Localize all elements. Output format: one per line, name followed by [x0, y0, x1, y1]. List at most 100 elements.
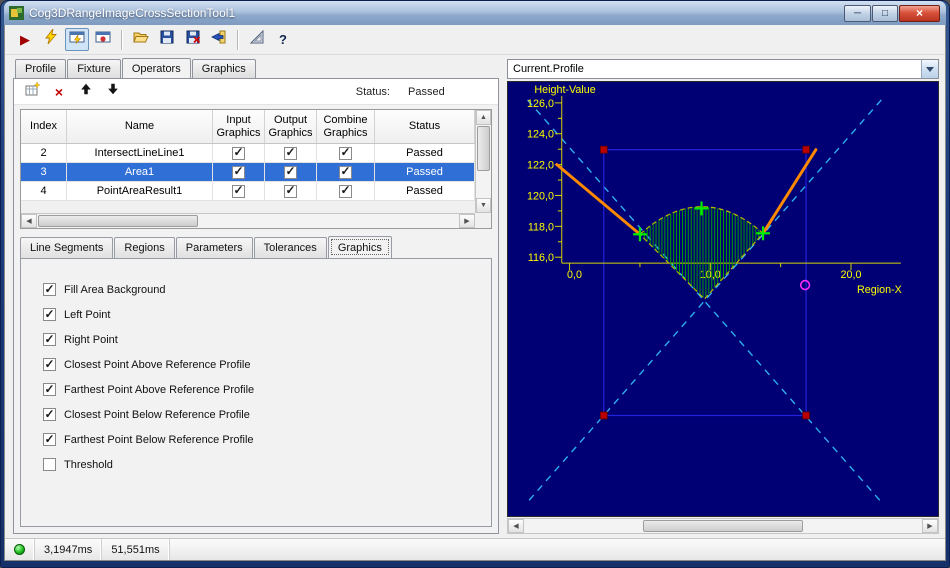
import-icon [211, 29, 227, 50]
move-up-button[interactable] [76, 82, 96, 102]
column-header-index[interactable]: Index [21, 110, 67, 143]
option-fill-area-background[interactable]: Fill Area Background [43, 277, 483, 302]
open-button[interactable] [129, 28, 153, 51]
electric-run-button[interactable] [39, 28, 63, 51]
scroll-up-icon[interactable]: ▲ [476, 110, 491, 125]
option-threshold[interactable]: Threshold [43, 452, 483, 477]
table-row[interactable]: 4 PointAreaResult1 Passed [21, 182, 475, 201]
checkbox[interactable] [43, 333, 56, 346]
y-tick-label: 120,0 [527, 190, 554, 202]
column-header-name[interactable]: Name [67, 110, 213, 143]
checkbox[interactable] [43, 308, 56, 321]
region-corner-handle[interactable] [802, 411, 810, 420]
option-farthest-point-above[interactable]: Farthest Point Above Reference Profile [43, 377, 483, 402]
add-operator-button[interactable] [22, 81, 42, 102]
chevron-down-icon[interactable] [921, 60, 938, 78]
input-graphics-checkbox[interactable] [232, 165, 245, 179]
option-label: Farthest Point Below Reference Profile [64, 433, 254, 446]
combine-graphics-checkbox[interactable] [339, 146, 352, 160]
scrollbar-thumb[interactable] [38, 215, 199, 227]
area-fill-region [639, 206, 764, 300]
table-row[interactable]: 3 Area1 Passed [21, 163, 475, 182]
checkbox[interactable] [43, 433, 56, 446]
option-closest-point-below[interactable]: Closest Point Below Reference Profile [43, 402, 483, 427]
option-closest-point-above[interactable]: Closest Point Above Reference Profile [43, 352, 483, 377]
scroll-down-icon[interactable]: ▼ [476, 198, 491, 213]
checkbox[interactable] [43, 283, 56, 296]
combine-graphics-checkbox[interactable] [339, 165, 352, 179]
input-graphics-checkbox[interactable] [232, 184, 245, 198]
tab-fixture[interactable]: Fixture [67, 59, 121, 78]
y-tick-label: 118,0 [528, 221, 554, 233]
toolbar-separator [121, 29, 123, 50]
grid-vertical-scrollbar[interactable]: ▲ ▼ [475, 110, 491, 213]
tab-operators[interactable]: Operators [121, 58, 191, 78]
option-farthest-point-below[interactable]: Farthest Point Below Reference Profile [43, 427, 483, 452]
tab-graphics-sub[interactable]: Graphics [327, 236, 392, 258]
scroll-right-icon[interactable]: ▶ [459, 214, 475, 228]
close-button[interactable]: × [899, 4, 940, 22]
option-right-point[interactable]: Right Point [43, 327, 483, 352]
total-time: 51,551ms [102, 539, 170, 560]
option-left-point[interactable]: Left Point [43, 302, 483, 327]
output-graphics-checkbox[interactable] [284, 184, 297, 198]
titlebar[interactable]: Cog3DRangeImageCrossSectionTool1 ─ □ × [4, 1, 946, 25]
move-down-button[interactable] [103, 82, 123, 102]
checkbox[interactable] [43, 358, 56, 371]
tool-display-toggle[interactable] [65, 28, 89, 51]
output-graphics-checkbox[interactable] [284, 165, 297, 179]
grid-horizontal-scrollbar[interactable]: ◀ ▶ [21, 213, 475, 228]
input-graphics-checkbox[interactable] [232, 146, 245, 160]
scroll-left-icon[interactable]: ◀ [21, 214, 37, 228]
measure-button[interactable] [245, 28, 269, 51]
checkbox[interactable] [43, 408, 56, 421]
run-button[interactable]: ▶ [13, 28, 37, 51]
region-corner-handle[interactable] [599, 145, 608, 154]
scroll-right-icon[interactable]: ▶ [922, 519, 938, 533]
status-bar-filler [170, 539, 945, 560]
cell-name: IntersectLineLine1 [67, 144, 213, 162]
scroll-left-icon[interactable]: ◀ [508, 519, 524, 533]
tab-profile[interactable]: Profile [15, 59, 67, 78]
delete-operator-button[interactable]: × [49, 82, 69, 102]
add-operator-icon [24, 81, 41, 102]
region-corner-handle[interactable] [599, 411, 608, 420]
operators-tab-page: × Status: Passed Index Name Input Graphi… [13, 78, 499, 534]
table-row[interactable]: 2 IntersectLineLine1 Passed [21, 144, 475, 163]
grid-header: Index Name Input Graphics Output Graphic… [21, 110, 475, 144]
help-button[interactable]: ? [271, 28, 295, 51]
minimize-button[interactable]: ─ [844, 4, 871, 22]
arrow-down-icon [106, 82, 120, 101]
import-button[interactable] [207, 28, 231, 51]
tab-line-segments[interactable]: Line Segments [20, 237, 114, 258]
checkbox[interactable] [43, 458, 56, 471]
help-icon: ? [279, 32, 287, 47]
tab-parameters[interactable]: Parameters [175, 237, 253, 258]
region-corner-handle[interactable] [802, 145, 810, 154]
profile-selector[interactable]: Current.Profile [507, 59, 939, 79]
plot-horizontal-scrollbar[interactable]: ◀ ▶ [507, 518, 939, 534]
maximize-button[interactable]: □ [872, 4, 898, 22]
tab-tolerances[interactable]: Tolerances [253, 237, 327, 258]
tab-regions[interactable]: Regions [114, 237, 175, 258]
save-button[interactable] [155, 28, 179, 51]
cell-index: 4 [21, 182, 67, 200]
combine-graphics-checkbox[interactable] [339, 184, 352, 198]
column-header-output-graphics[interactable]: Output Graphics [265, 110, 317, 143]
save-record-button[interactable] [181, 28, 205, 51]
option-label: Closest Point Above Reference Profile [64, 358, 251, 371]
status-value: Passed [408, 85, 445, 98]
save-icon [159, 29, 175, 50]
result-display-button[interactable] [91, 28, 115, 51]
output-graphics-checkbox[interactable] [284, 146, 297, 160]
run-icon: ▶ [20, 32, 30, 47]
column-header-status[interactable]: Status [375, 110, 475, 143]
column-header-combine-graphics[interactable]: Combine Graphics [317, 110, 375, 143]
scrollbar-thumb[interactable] [477, 126, 490, 172]
column-header-input-graphics[interactable]: Input Graphics [213, 110, 265, 143]
tab-graphics[interactable]: Graphics [191, 59, 256, 78]
profile-display[interactable]: Height-Value 126,0 124,0 122,0 120,0 118… [507, 81, 939, 517]
y-tick-label: 122,0 [527, 160, 554, 172]
checkbox[interactable] [43, 383, 56, 396]
scrollbar-thumb[interactable] [643, 520, 803, 532]
